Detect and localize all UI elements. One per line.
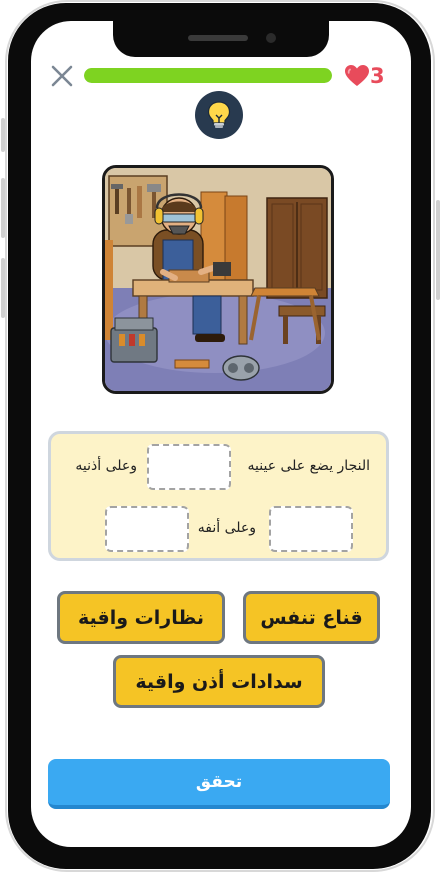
device-side-button-right xyxy=(436,200,440,300)
device-side-button-left-3 xyxy=(1,258,5,318)
device-camera xyxy=(266,33,276,43)
lightbulb-icon xyxy=(207,101,231,128)
answer-slot-1[interactable] xyxy=(147,444,231,490)
option-label: سدادات أذن واقية xyxy=(135,670,303,693)
option-safety-glasses-button[interactable]: نظارات واقية xyxy=(57,591,225,644)
lives-counter: 3 xyxy=(344,64,390,88)
answer-slot-3[interactable] xyxy=(105,506,189,552)
check-button[interactable]: تحقق xyxy=(48,759,390,809)
lives-count: 3 xyxy=(370,64,385,88)
option-label: نظارات واقية xyxy=(78,606,204,629)
device-side-button-left-2 xyxy=(1,178,5,238)
check-button-label: تحقق xyxy=(195,772,243,792)
sentence-part-2: وعلى أذنيه xyxy=(75,458,137,474)
fill-in-sentence-panel: النجار يضع على عينيه وعلى أذنيه وعلى أنف… xyxy=(48,431,389,561)
answer-slot-2[interactable] xyxy=(269,506,353,552)
heart-icon xyxy=(345,65,369,86)
option-ear-plugs-button[interactable]: سدادات أذن واقية xyxy=(113,655,325,708)
option-breathing-mask-button[interactable]: قناع تنفس xyxy=(243,591,380,644)
hint-button[interactable] xyxy=(195,91,243,139)
sentence-part-1: النجار يضع على عينيه xyxy=(247,458,370,474)
option-label: قناع تنفس xyxy=(260,606,363,629)
close-icon xyxy=(51,65,73,87)
close-button[interactable] xyxy=(50,64,74,88)
lesson-progress-fill xyxy=(84,68,332,83)
sentence-part-3: وعلى أنفه xyxy=(197,520,256,536)
lesson-progress-bar xyxy=(84,68,332,83)
device-side-button-left-1 xyxy=(1,118,5,152)
device-speaker xyxy=(188,35,248,41)
carpenter-workshop-illustration xyxy=(102,165,334,394)
